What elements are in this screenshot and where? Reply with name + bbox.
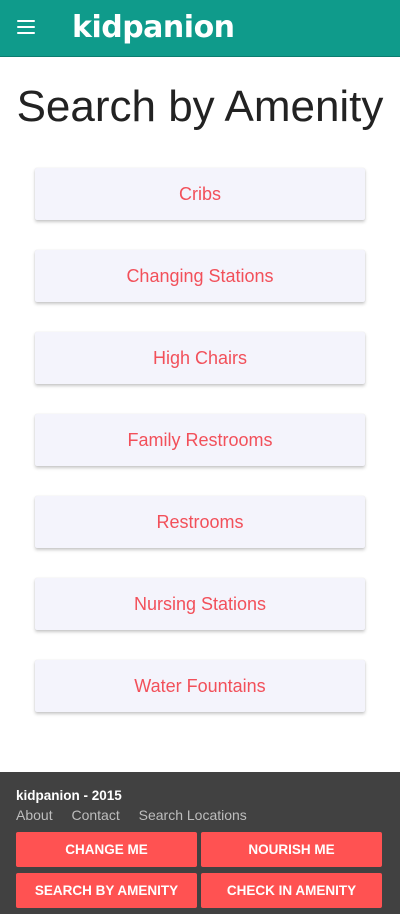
footer: kidpanion - 2015 About Contact Search Lo… — [0, 772, 400, 914]
footer-copyright: kidpanion - 2015 — [16, 788, 122, 803]
check-in-amenity-button[interactable]: CHECK IN AMENITY — [201, 873, 382, 908]
amenity-button-high-chairs[interactable]: High Chairs — [35, 332, 365, 384]
kidpanion-logo[interactable]: kidpanion — [72, 8, 235, 48]
amenity-button-changing-stations[interactable]: Changing Stations — [35, 250, 365, 302]
footer-link-search-locations[interactable]: Search Locations — [139, 807, 247, 823]
amenity-button-family-restrooms[interactable]: Family Restrooms — [35, 414, 365, 466]
footer-link-about[interactable]: About — [16, 807, 53, 823]
amenity-button-nursing-stations[interactable]: Nursing Stations — [35, 578, 365, 630]
search-by-amenity-button[interactable]: SEARCH BY AMENITY — [16, 873, 197, 908]
amenity-button-restrooms[interactable]: Restrooms — [35, 496, 365, 548]
footer-links: About Contact Search Locations — [16, 807, 262, 823]
amenity-button-water-fountains[interactable]: Water Fountains — [35, 660, 365, 712]
footer-link-contact[interactable]: Contact — [71, 807, 119, 823]
top-app-bar: kidpanion — [0, 0, 400, 57]
page-title: Search by Amenity — [16, 82, 384, 131]
amenity-list: Cribs Changing Stations High Chairs Fami… — [35, 168, 365, 742]
hamburger-menu-icon[interactable] — [17, 18, 39, 36]
nourish-me-button[interactable]: NOURISH ME — [201, 832, 382, 867]
amenity-button-cribs[interactable]: Cribs — [35, 168, 365, 220]
change-me-button[interactable]: CHANGE ME — [16, 832, 197, 867]
